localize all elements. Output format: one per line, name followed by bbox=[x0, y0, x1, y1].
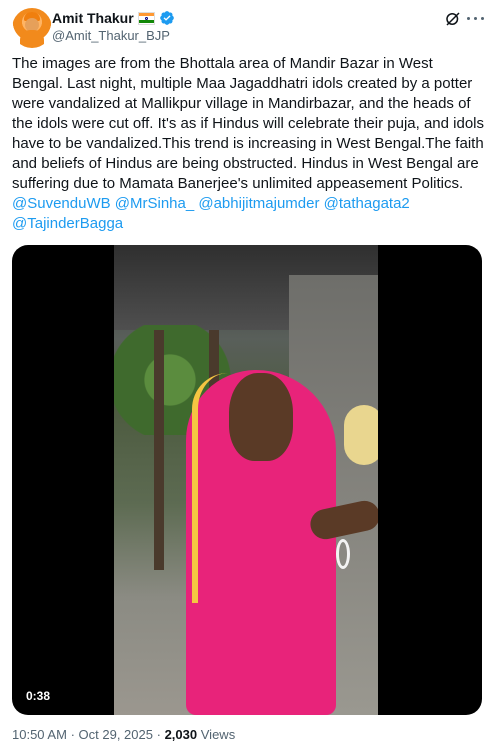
video-duration: 0:38 bbox=[20, 687, 57, 705]
views-label: Views bbox=[200, 727, 236, 742]
meta-separator: · bbox=[70, 727, 75, 742]
video-frame bbox=[114, 245, 378, 715]
author-name-row: Amit Thakur bbox=[52, 8, 175, 28]
tweet-header: Amit Thakur @Amit_Thakur_BJP bbox=[12, 8, 484, 48]
grok-icon[interactable] bbox=[444, 10, 462, 28]
author-name[interactable]: Amit Thakur bbox=[52, 10, 134, 26]
video-player[interactable]: 0:38 bbox=[12, 245, 482, 715]
author-handle[interactable]: @Amit_Thakur_BJP bbox=[52, 28, 170, 43]
tweet-time[interactable]: 10:50 AM bbox=[12, 727, 67, 742]
tweet-text: The images are from the Bhottala area of… bbox=[12, 54, 487, 234]
views-count: 2,030 bbox=[164, 727, 198, 742]
meta-separator-2: · bbox=[156, 727, 161, 742]
tweet-body: The images are from the Bhottala area of… bbox=[12, 55, 484, 192]
avatar[interactable] bbox=[12, 8, 52, 48]
indian-flag-icon bbox=[137, 11, 155, 25]
verified-badge-icon bbox=[159, 11, 174, 25]
tweet-mentions[interactable]: @SuvenduWB @MrSinha_ @abhijitmajumder @t… bbox=[12, 195, 410, 232]
more-options-icon[interactable] bbox=[466, 8, 484, 26]
tweet-date[interactable]: Oct 29, 2025 bbox=[79, 727, 153, 742]
tweet-meta: 10:50 AM · Oct 29, 2025 · 2,030 Views bbox=[12, 727, 235, 742]
